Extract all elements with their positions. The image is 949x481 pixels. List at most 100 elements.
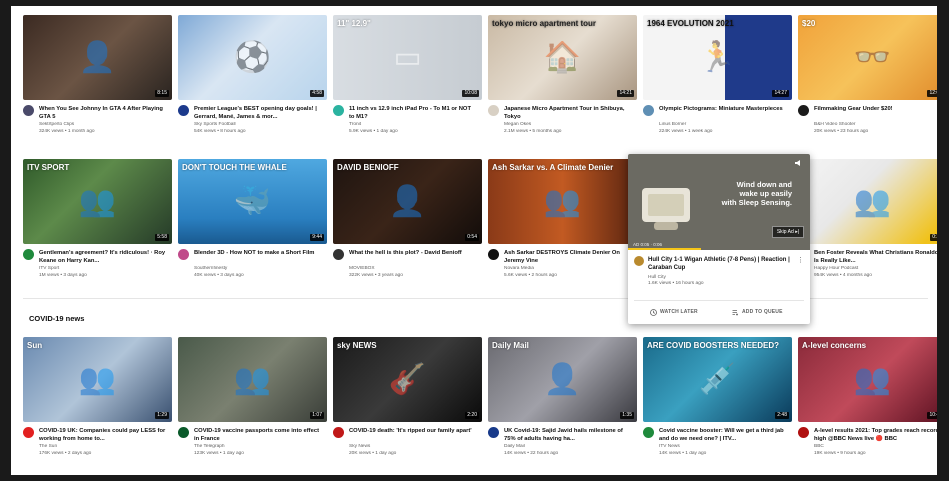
channel-avatar[interactable] bbox=[333, 105, 344, 116]
video-title[interactable]: Filmmaking Gear Under $20! bbox=[814, 105, 937, 113]
video-title[interactable]: 11 inch vs 12.9 inch iPad Pro - To M1 or… bbox=[349, 105, 477, 121]
video-title[interactable]: Japanese Micro Apartment Tour in Shibuya… bbox=[504, 105, 632, 121]
video-thumbnail[interactable]: 👥 Ash Sarkar vs. A Climate Denier bbox=[488, 159, 637, 244]
channel-avatar[interactable] bbox=[333, 427, 344, 438]
video-card[interactable]: 👥 0:21 Ben Foster Reveals What Christians … bbox=[798, 159, 937, 285]
hover-preview-card[interactable]: Wind down and wake up easily with Sleep … bbox=[628, 154, 810, 324]
channel-name[interactable]: Megan Okes bbox=[504, 122, 632, 128]
video-title[interactable]: Blender 3D - How NOT to make a Short Fil… bbox=[194, 249, 322, 257]
video-thumbnail[interactable]: 👥A-level concerns10:42 bbox=[798, 337, 937, 422]
channel-name[interactable]: B&H Video Shooter bbox=[814, 122, 937, 128]
video-card[interactable]: 🐳 DON'T TOUCH THE WHALE 9:44 Blender 3D - H… bbox=[178, 159, 327, 285]
channel-avatar[interactable] bbox=[643, 105, 654, 116]
channel-avatar[interactable] bbox=[488, 427, 499, 438]
video-thumbnail[interactable]: 🎸 sky NEWS 2:20 bbox=[333, 337, 482, 422]
video-thumbnail[interactable]: ⚽ 4:58 bbox=[178, 15, 327, 100]
video-card[interactable]: 👤 Daily Mail 1:35 UK Covid-19: Sajid Javid … bbox=[488, 337, 637, 463]
video-title[interactable]: COVID-19 vaccine passports come into eff… bbox=[194, 427, 322, 443]
video-card[interactable]: 👥 ITV SPORT 5:58 Gentleman's agreement? It'… bbox=[23, 159, 172, 285]
video-card[interactable]: 👥 Ash Sarkar vs. A Climate Denier Ash Sark… bbox=[488, 159, 637, 285]
video-title[interactable]: Premier League's BEST opening day goals!… bbox=[194, 105, 322, 121]
channel-name[interactable]: Linus Borner bbox=[659, 122, 787, 128]
more-options-icon[interactable]: ⋮ bbox=[797, 256, 804, 264]
video-card[interactable]: 👥A-level concerns10:42 A-level results 20… bbox=[798, 337, 937, 463]
channel-avatar[interactable] bbox=[23, 249, 34, 260]
channel-avatar[interactable] bbox=[488, 105, 499, 116]
channel-avatar[interactable] bbox=[798, 427, 809, 438]
video-card[interactable]: 👤 DAVID BENIOFF 0:54 What the hell is this … bbox=[333, 159, 482, 285]
video-title[interactable]: Olympic Pictograms: Miniature Masterpiec… bbox=[659, 105, 787, 113]
video-thumbnail[interactable]: 👥 ITV SPORT 5:58 bbox=[23, 159, 172, 244]
channel-name[interactable]: Tronit bbox=[349, 122, 477, 128]
channel-avatar[interactable] bbox=[488, 249, 499, 260]
channel-name[interactable]: The Sun bbox=[39, 444, 167, 450]
video-title[interactable]: Covid vaccine booster: Will we get a thi… bbox=[659, 427, 787, 443]
video-thumbnail[interactable]: 🏠 tokyo micro apartment tour 14:21 bbox=[488, 15, 637, 100]
channel-avatar[interactable] bbox=[643, 427, 654, 438]
video-title[interactable]: Ash Sarkar DESTROYS Climate Denier On Je… bbox=[504, 249, 632, 265]
channel-name[interactable]: The Telegraph bbox=[194, 444, 322, 450]
channel-avatar[interactable] bbox=[798, 105, 809, 116]
video-title[interactable]: What the hell is this plot? - David Beni… bbox=[349, 249, 477, 257]
video-card[interactable]: ▭ 11" 12.9" 10:08 11 inch vs 12.9 inch iPad… bbox=[333, 15, 482, 141]
video-thumbnail[interactable]: 🏃 1964 EVOLUTION 2021 14:27 bbox=[643, 15, 792, 100]
channel-name[interactable]: Novara Media bbox=[504, 266, 632, 272]
close-icon[interactable] bbox=[936, 311, 937, 323]
video-card[interactable]: 👥 Sun 1:29 COVID-19 UK: Companies could pay… bbox=[23, 337, 172, 463]
hover-channel-name[interactable]: Hull City bbox=[648, 275, 666, 280]
video-card[interactable]: ⚽ 4:58 Premier League's BEST opening day g… bbox=[178, 15, 327, 141]
video-title[interactable]: COVID-19 UK: Companies could pay LESS fo… bbox=[39, 427, 167, 443]
video-meta: COVID-19 death: 'It's ripped our family … bbox=[333, 427, 482, 463]
video-thumbnail[interactable]: 👥 1:07 bbox=[178, 337, 327, 422]
channel-avatar[interactable] bbox=[178, 105, 189, 116]
volume-icon[interactable] bbox=[794, 159, 804, 167]
channel-name[interactable]: Sektrtpe/to Clips bbox=[39, 122, 167, 128]
channel-avatar[interactable] bbox=[634, 256, 644, 266]
video-thumbnail[interactable]: 👥 Sun 1:29 bbox=[23, 337, 172, 422]
video-title[interactable]: A-level results 2021: Top grades reach r… bbox=[814, 427, 937, 443]
channel-avatar[interactable] bbox=[23, 105, 34, 116]
channel-avatar[interactable] bbox=[23, 427, 34, 438]
hover-video-title[interactable]: Hull City 1-1 Wigan Athletic (7-8 Pens) … bbox=[648, 256, 792, 272]
watch-later-button[interactable]: WATCH LATER bbox=[650, 306, 698, 318]
channel-avatar[interactable] bbox=[178, 249, 189, 260]
video-thumbnail[interactable]: 👥 0:21 bbox=[798, 159, 937, 244]
video-card[interactable]: 👥 1:07 COVID-19 vaccine passports come int… bbox=[178, 337, 327, 463]
nest-hub-device-icon bbox=[642, 188, 690, 230]
video-card[interactable]: 👤 8:15 When You See Johnny In GTA 4 After … bbox=[23, 15, 172, 141]
video-card[interactable]: 👓$2012:07 Filmmaking Gear Under $20! B&H V… bbox=[798, 15, 937, 141]
channel-name[interactable]: BBC bbox=[814, 444, 937, 450]
channel-name[interactable]: Happy Hour Podcast bbox=[814, 266, 937, 272]
video-card[interactable]: 🏃 1964 EVOLUTION 2021 14:27 Olympic Pictogr… bbox=[643, 15, 792, 141]
video-thumbnail[interactable]: 👤 Daily Mail 1:35 bbox=[488, 337, 637, 422]
video-title[interactable]: COVID-19 death: 'It's ripped our family … bbox=[349, 427, 477, 435]
channel-name[interactable]: Sky Sports Football bbox=[194, 122, 322, 128]
video-title[interactable]: Ben Foster Reveals What Christians Ronal… bbox=[814, 249, 937, 265]
video-thumbnail[interactable]: 👤 DAVID BENIOFF 0:54 bbox=[333, 159, 482, 244]
channel-name[interactable]: MOVIEBOX bbox=[349, 266, 477, 272]
video-title[interactable]: UK Covid-19: Sajid Javid hails milestone… bbox=[504, 427, 632, 443]
video-thumbnail[interactable]: ▭ 11" 12.9" 10:08 bbox=[333, 15, 482, 100]
video-title[interactable]: Gentleman's agreement? It's ridiculous! … bbox=[39, 249, 167, 265]
channel-name[interactable]: Sky News bbox=[349, 444, 477, 450]
channel-name[interactable]: ITV Sport bbox=[39, 266, 167, 272]
thumbnail-figure-icon: ⚽ bbox=[233, 41, 272, 74]
add-to-queue-button[interactable]: ADD TO QUEUE bbox=[732, 306, 783, 318]
video-thumbnail[interactable]: 👤 8:15 bbox=[23, 15, 172, 100]
video-card[interactable]: 🎸 sky NEWS 2:20 COVID-19 death: 'It's rippe… bbox=[333, 337, 482, 463]
video-card[interactable]: 💉 ARE COVID BOOSTERS NEEDED? 2:48 Covid vac… bbox=[643, 337, 792, 463]
video-duration: 8:15 bbox=[155, 90, 169, 97]
hover-video-preview[interactable]: Wind down and wake up easily with Sleep … bbox=[628, 154, 810, 250]
channel-name[interactable]: Daily Mail bbox=[504, 444, 632, 450]
channel-name[interactable]: Southernfinesty bbox=[194, 266, 322, 272]
video-title[interactable]: When You See Johnny In GTA 4 After Playi… bbox=[39, 105, 167, 121]
video-thumbnail[interactable]: 🐳 DON'T TOUCH THE WHALE 9:44 bbox=[178, 159, 327, 244]
channel-avatar[interactable] bbox=[333, 249, 344, 260]
video-thumbnail[interactable]: 💉 ARE COVID BOOSTERS NEEDED? 2:48 bbox=[643, 337, 792, 422]
video-card[interactable]: 🏠 tokyo micro apartment tour 14:21 Japanese… bbox=[488, 15, 637, 141]
channel-avatar[interactable] bbox=[178, 427, 189, 438]
video-meta: Filmmaking Gear Under $20! B&H Video Shoo… bbox=[798, 105, 937, 141]
video-thumbnail[interactable]: 👓$2012:07 bbox=[798, 15, 937, 100]
channel-name[interactable]: ITV News bbox=[659, 444, 787, 450]
skip-ad-button[interactable]: Skip Ad ▸| bbox=[771, 226, 804, 238]
